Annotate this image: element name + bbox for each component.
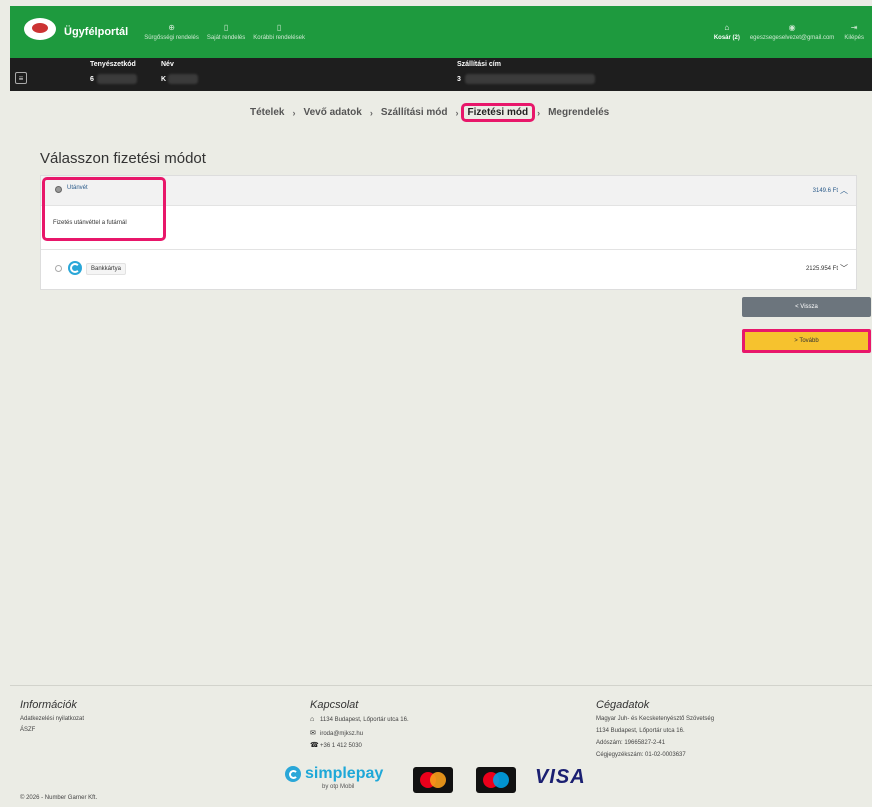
step-items[interactable]: Tételek (244, 107, 290, 118)
footer-info-title: Információk (20, 699, 77, 711)
footer-contact-title: Kapcsolat (310, 699, 359, 711)
copyright: © 2026 - Number Garner Kft. (20, 795, 98, 801)
footer-company-title: Cégadatok (596, 699, 650, 711)
nav-links: ⊕ Sürgősségi rendelés ▯ Saját rendelés ▯… (144, 23, 305, 41)
card-label[interactable]: Bankkártya (86, 263, 127, 275)
mastercard-icon (413, 767, 453, 793)
payment-option-cod-header[interactable]: Utánvét 3149.6 Ft ︿ (41, 176, 856, 206)
payment-options-panel: Utánvét 3149.6 Ft ︿ Fizetés utánvéttel a… (40, 175, 857, 290)
nav-right: ⌂ Kosár (2) ◉ egeszsegeselvezet@gmail.co… (714, 23, 864, 41)
card-price-wrap[interactable]: 2125.954 Ft ﹀ (806, 263, 848, 274)
simplepay-logo: simplepay (285, 766, 383, 782)
company-line: 1134 Budapest, Lőportár utca 16. (596, 728, 685, 734)
company-line: Magyar Juh- és Kecsketenyésztő Szövetség (596, 716, 715, 722)
step-payment-method[interactable]: Fizetési mód (460, 103, 536, 122)
nav-link-label: Korábbi rendelések (253, 35, 305, 41)
cod-description: Fizetés utánvéttel a futárnál (53, 220, 127, 226)
company-line: Cégjegyzékszám: 01-02-0003637 (596, 752, 686, 758)
header-shipping-address: Szállítási cím (457, 61, 501, 68)
email-text[interactable]: iroda@mjksz.hu (320, 731, 363, 737)
farm-code-value: 6 (90, 76, 94, 83)
cod-price: 3149.6 Ft (812, 187, 838, 194)
cod-label[interactable]: Utánvét (67, 185, 88, 191)
simplepay-icon (285, 766, 301, 782)
document-icon: ▯ (276, 23, 282, 32)
nav-link-label: Saját rendelés (206, 35, 246, 41)
nav-link-previous-orders[interactable]: ▯ Korábbi rendelések (253, 23, 305, 41)
user-icon: ◉ (788, 23, 796, 32)
simplepay-text: simplepay (305, 765, 384, 782)
visa-logo: VISA (535, 766, 586, 788)
globe-icon: ⊕ (168, 23, 175, 32)
contact-email[interactable]: ✉ iroda@mjksz.hu (310, 728, 363, 740)
cart-icon: ⌂ (724, 23, 730, 32)
logout-label: Kilépés (844, 35, 864, 41)
terms-link[interactable]: ÁSZF (20, 725, 35, 736)
phone-text[interactable]: +36 1 412 5030 (320, 743, 362, 749)
envelope-icon: ✉ (310, 730, 316, 737)
checkout-stepper: Tételek › Vevő adatok › Szállítási mód ›… (244, 103, 615, 122)
nav-user-email[interactable]: ◉ egeszsegeselvezet@gmail.com (750, 23, 834, 41)
chevron-up-icon[interactable]: ︿ (840, 185, 848, 196)
maestro-icon (476, 767, 516, 793)
cart-label: Kosár (2) (713, 35, 740, 41)
customer-info-bar: ≡ Tenyészetkód 6 Név K Szállítási cím 3 (10, 58, 872, 91)
logout-icon: ⇥ (850, 23, 858, 32)
privacy-link[interactable]: Adatkezelési nyilatkozat (20, 714, 84, 725)
phone-icon: ☎ (310, 742, 319, 749)
nav-link-own-order[interactable]: ▯ Saját rendelés (207, 23, 245, 41)
card-price: 2125.954 Ft (805, 265, 838, 272)
menu-icon[interactable]: ≡ (15, 72, 27, 84)
company-line: Adószám: 19665827-2-41 (596, 740, 666, 746)
shipping-address-value: 3 (457, 76, 461, 83)
nav-logout[interactable]: ⇥ Kilépés (844, 23, 864, 41)
address-text: 1134 Budapest, Lőportár utca 16. (320, 717, 409, 723)
chevron-down-icon[interactable]: ﹀ (840, 263, 848, 274)
step-shipping-method[interactable]: Szállítási mód (375, 107, 454, 118)
logo-icon[interactable] (22, 18, 58, 46)
card-radio[interactable] (55, 265, 62, 272)
chevron-right-icon: › (537, 107, 541, 118)
contact-phone[interactable]: ☎+36 1 412 5030 (310, 740, 362, 752)
contact-address: ⌂ 1134 Budapest, Lőportár utca 16. (310, 714, 409, 726)
document-icon: ▯ (223, 23, 229, 32)
chevron-right-icon: › (292, 107, 296, 118)
footer-divider (10, 685, 872, 686)
chevron-right-icon: › (455, 107, 459, 118)
user-email: egeszsegeselvezet@gmail.com (749, 35, 835, 41)
cod-price-wrap[interactable]: 3149.6 Ft ︿ (813, 185, 848, 196)
chevron-right-icon: › (369, 107, 373, 118)
brand-title[interactable]: Ügyfélportál (64, 26, 128, 38)
top-navbar: Ügyfélportál ⊕ Sürgősségi rendelés ▯ Saj… (10, 6, 872, 58)
page-title: Válasszon fizetési módot (40, 150, 206, 167)
name-value: K (161, 76, 167, 83)
header-name: Név (161, 61, 174, 68)
header-farm-code: Tenyészetkód (90, 61, 136, 68)
nav-link-label: Sürgősségi rendelés (144, 35, 199, 41)
cod-radio[interactable] (55, 186, 62, 193)
simplepay-logo-icon (68, 261, 82, 275)
nav-cart[interactable]: ⌂ Kosár (2) (714, 23, 740, 41)
redacted-address (465, 74, 595, 84)
divider (41, 249, 856, 250)
redacted-farm-code (97, 74, 137, 84)
back-button[interactable]: < Vissza (742, 297, 871, 317)
step-buyer-data[interactable]: Vevő adatok (297, 107, 367, 118)
step-order[interactable]: Megrendelés (542, 107, 615, 118)
simplepay-sub: by otp Mobil (322, 784, 355, 790)
home-icon: ⌂ (310, 716, 315, 723)
nav-link-urgent-order[interactable]: ⊕ Sürgősségi rendelés (144, 23, 199, 41)
next-button[interactable]: > Tovább (742, 329, 871, 353)
redacted-name (168, 74, 198, 84)
